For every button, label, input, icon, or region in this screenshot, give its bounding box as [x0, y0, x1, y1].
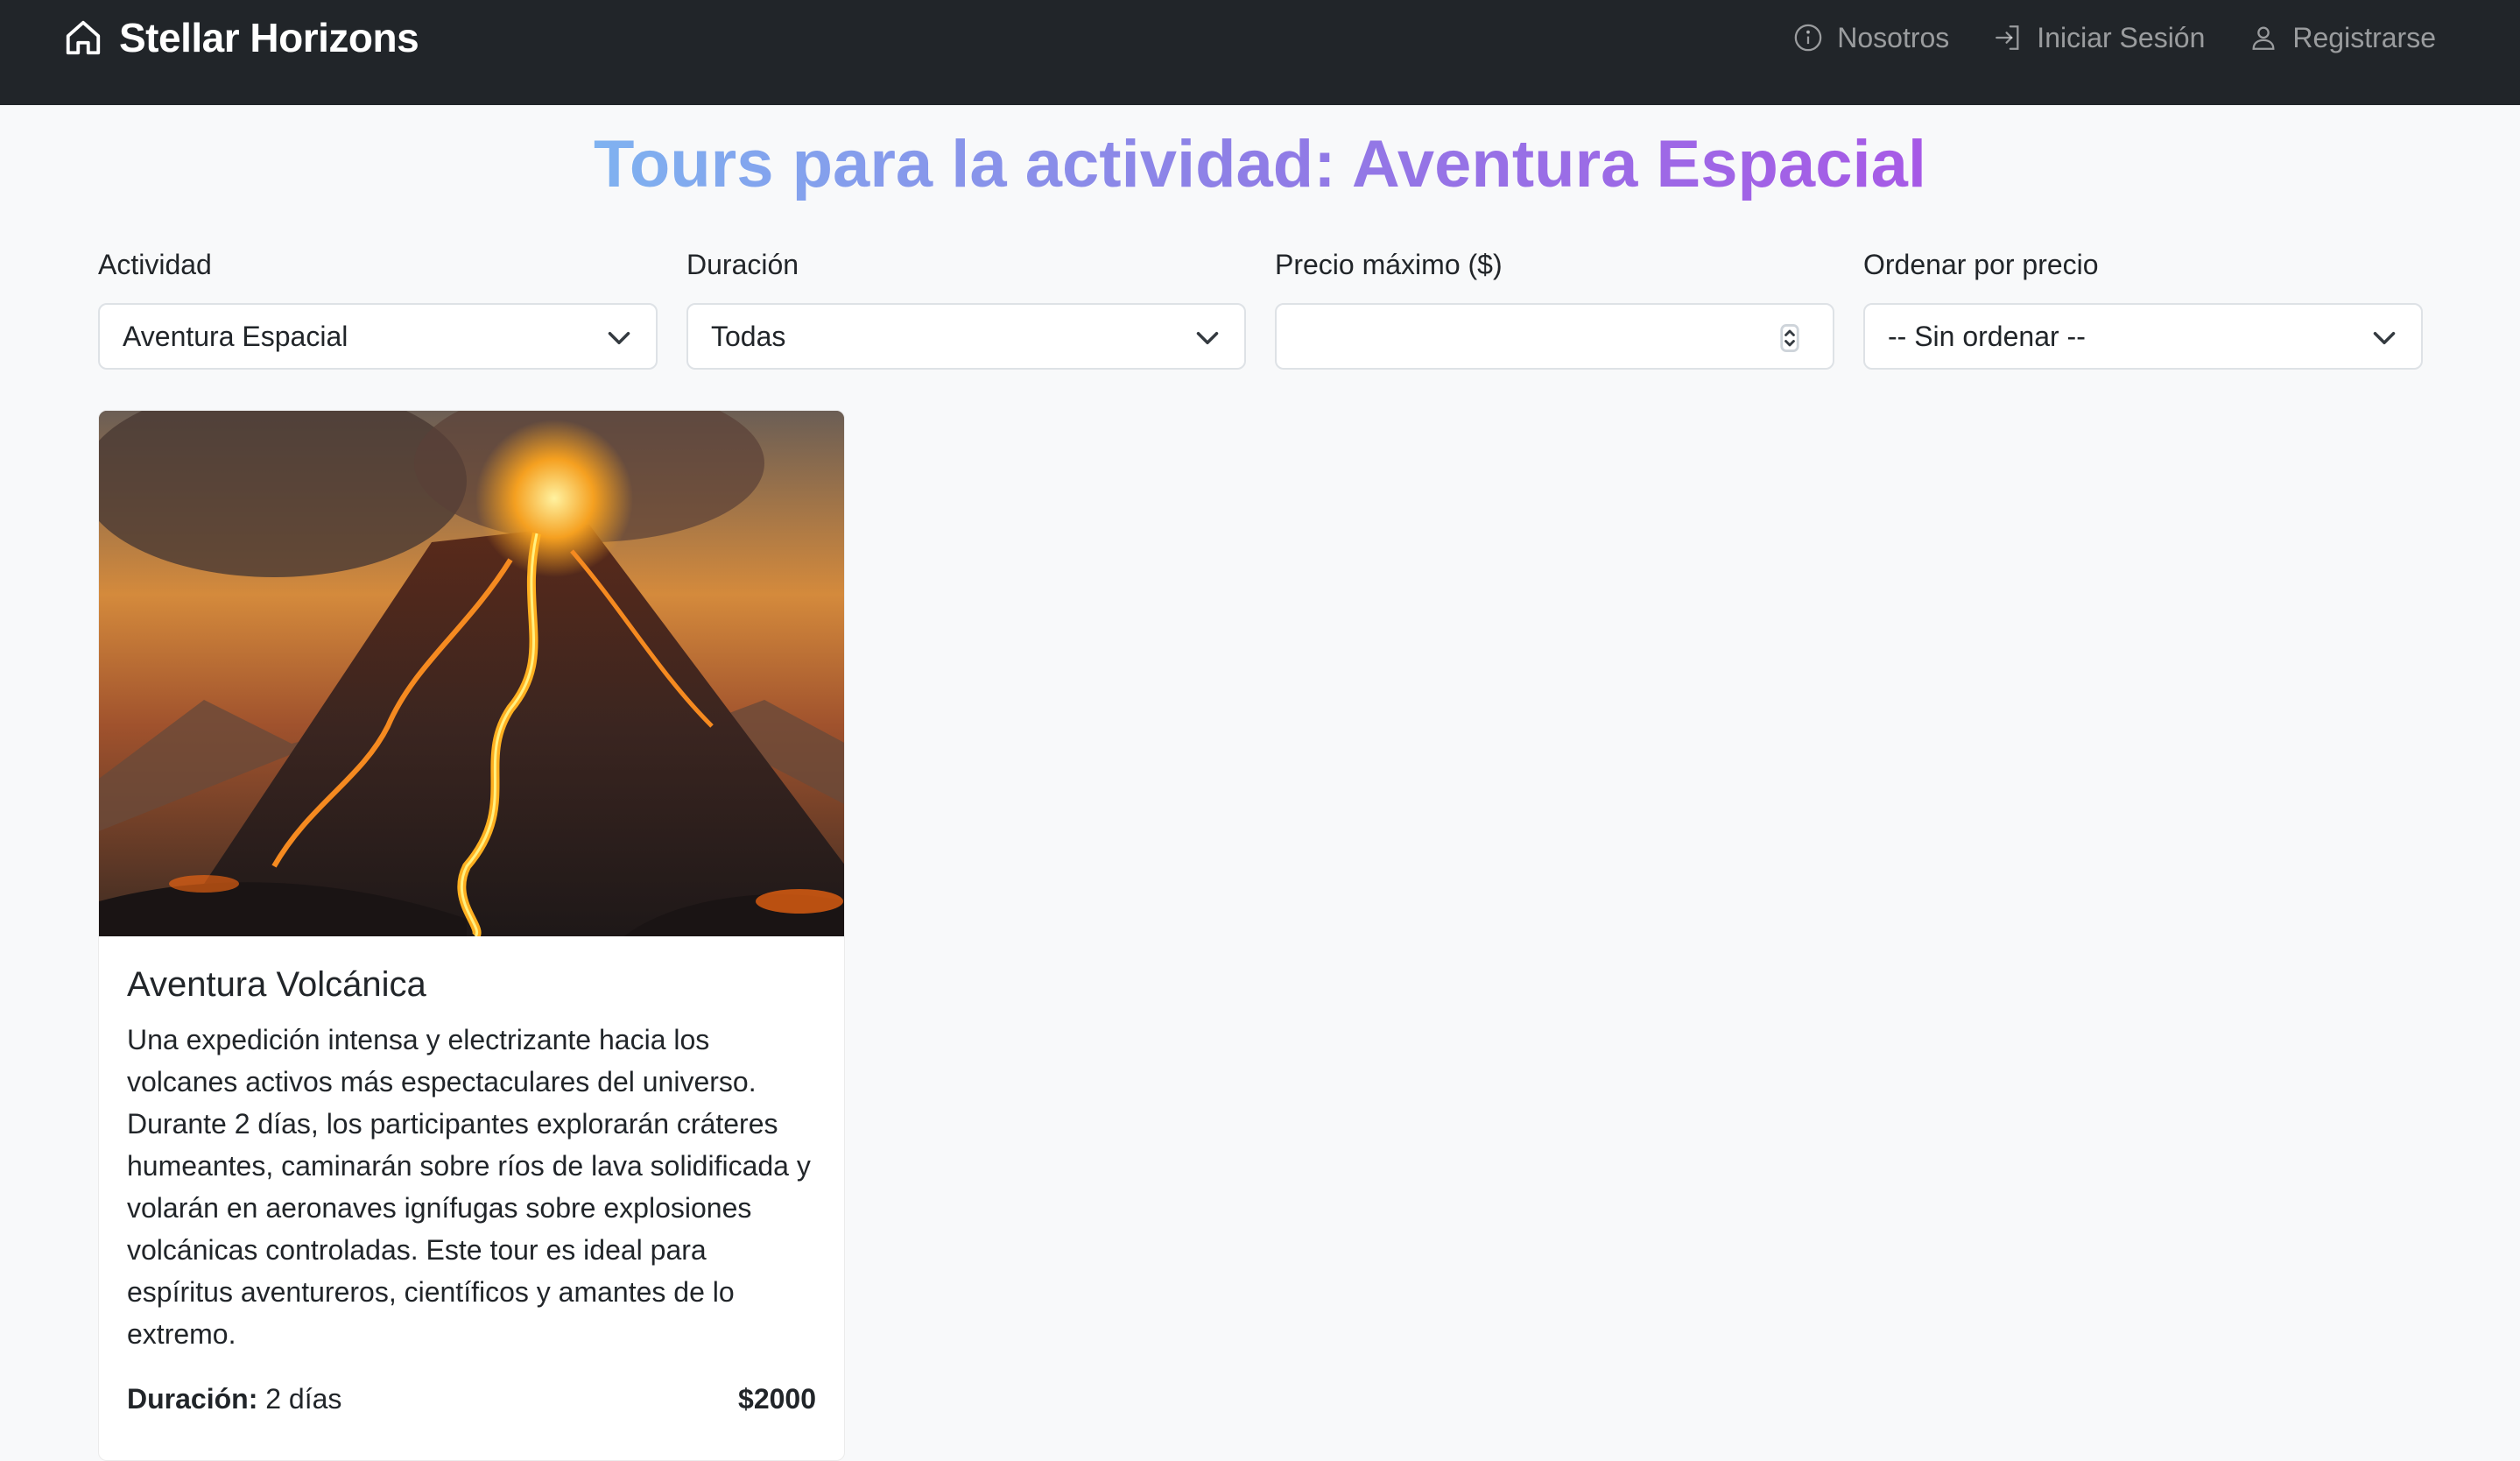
tour-description: Una expedición intensa y electrizante ha… — [127, 1024, 811, 1350]
number-spinner-icon[interactable] — [1780, 324, 1799, 352]
home-icon — [66, 20, 101, 55]
chevron-down-icon — [2373, 332, 2396, 344]
tour-duration: Duración: 2 días — [127, 1380, 341, 1418]
tour-duration-label: Duración: — [127, 1383, 258, 1415]
nav-link-nosotros[interactable]: Nosotros — [1793, 22, 1949, 54]
volcano-illustration — [99, 411, 844, 936]
tour-card-image — [99, 411, 844, 936]
filter-max-price: Precio máximo ($) — [1275, 245, 1834, 370]
tour-title: Aventura Volcánica — [127, 965, 426, 1004]
nav-link-registrarse[interactable]: Registrarse — [2249, 22, 2436, 54]
chevron-down-icon — [608, 332, 630, 344]
nav-links: Nosotros Iniciar Sesión Registrarse — [1793, 14, 2436, 61]
page-title: Tours para la actividad: Aventura Espaci… — [0, 121, 2520, 208]
tour-price: $2000 — [738, 1383, 816, 1415]
tour-duration-value: 2 días — [265, 1383, 342, 1415]
filter-activity-label: Actividad — [98, 249, 212, 280]
brand-name: Stellar Horizons — [119, 15, 419, 60]
filter-sort: Ordenar por precio -- Sin ordenar -- — [1863, 245, 2423, 370]
filters-row: Actividad Aventura Espacial Duración Tod… — [98, 245, 2423, 370]
login-arrow-icon — [1996, 25, 2019, 50]
chevron-down-icon — [1196, 332, 1219, 344]
nav-link-iniciar-sesion[interactable]: Iniciar Sesión — [1993, 22, 2205, 54]
person-icon — [2252, 26, 2275, 50]
filter-sort-label: Ordenar por precio — [1863, 249, 2099, 280]
filter-duration: Duración Todas — [686, 245, 1246, 370]
sort-select[interactable]: -- Sin ordenar -- — [1863, 303, 2423, 370]
duration-select-value: Todas — [711, 320, 786, 352]
tour-card[interactable]: Aventura Volcánica Una expedición intens… — [98, 410, 845, 1461]
filter-activity: Actividad Aventura Espacial — [98, 245, 658, 370]
page-title-text: Tours para la actividad: Aventura Espaci… — [594, 127, 1926, 201]
nav-link-label: Registrarse — [2292, 21, 2436, 53]
filter-max-price-label: Precio máximo ($) — [1275, 249, 1503, 280]
activity-select[interactable]: Aventura Espacial — [98, 303, 658, 370]
sort-select-value: -- Sin ordenar -- — [1888, 320, 2086, 352]
info-circle-icon — [1794, 24, 1822, 52]
tour-meta: Duración: 2 días $2000 — [127, 1380, 816, 1418]
activity-select-value: Aventura Espacial — [123, 320, 348, 352]
max-price-input[interactable] — [1275, 303, 1834, 370]
duration-select[interactable]: Todas — [686, 303, 1246, 370]
brand-link[interactable]: Stellar Horizons — [63, 14, 419, 61]
tour-card-body: Aventura Volcánica Una expedición intens… — [99, 936, 844, 1443]
filter-duration-label: Duración — [686, 249, 799, 280]
top-navbar: Stellar Horizons Nosotros Iniciar Sesión… — [0, 0, 2520, 105]
nav-link-label: Nosotros — [1837, 21, 1950, 53]
nav-link-label: Iniciar Sesión — [2037, 21, 2206, 53]
